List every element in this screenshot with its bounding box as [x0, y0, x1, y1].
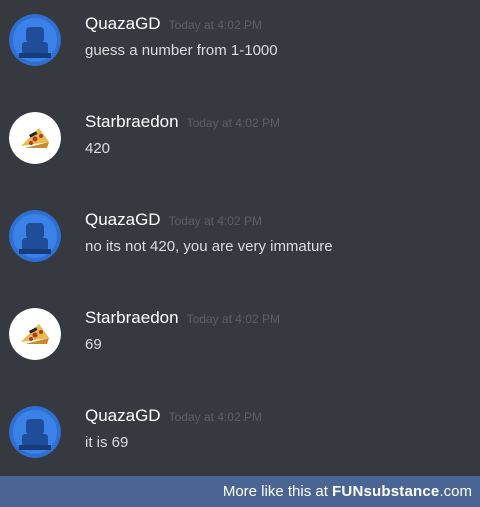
message-text: guess a number from 1-1000: [85, 42, 278, 59]
message-author[interactable]: Starbraedon Today at 4:02 PM: [85, 308, 280, 329]
username[interactable]: Starbraedon: [85, 308, 179, 327]
message-author[interactable]: QuazaGD Today at 4:02 PM: [85, 406, 262, 427]
quaza-avatar-icon[interactable]: [9, 210, 61, 262]
watermark-suffix: .com: [439, 483, 472, 500]
watermark-banner: More like this at FUNsubstance.com: [0, 476, 480, 507]
message-timestamp: Today at 4:02 PM: [168, 18, 262, 32]
message: QuazaGD Today at 4:02 PM no its not 420, …: [0, 210, 480, 270]
message-text: no its not 420, you are very immature: [85, 238, 333, 255]
watermark-prefix: More like this at: [222, 483, 333, 500]
watermark-text[interactable]: More like this at FUNsubstance.com: [223, 482, 472, 501]
starbraedon-avatar-icon[interactable]: [9, 112, 61, 164]
username[interactable]: Starbraedon: [85, 112, 179, 131]
message-timestamp: Today at 4:02 PM: [168, 410, 262, 424]
username[interactable]: QuazaGD: [85, 406, 161, 425]
message-text: 69: [85, 336, 102, 353]
message: QuazaGD Today at 4:02 PM guess a number f…: [0, 14, 480, 74]
message-timestamp: Today at 4:02 PM: [186, 116, 280, 130]
message: Starbraedon Today at 4:02 PM 69: [0, 308, 480, 368]
message: QuazaGD Today at 4:02 PM it is 69: [0, 406, 480, 466]
chat-area: QuazaGD Today at 4:02 PM guess a number f…: [0, 0, 480, 476]
username[interactable]: QuazaGD: [85, 210, 161, 229]
message: Starbraedon Today at 4:02 PM 420: [0, 112, 480, 172]
message-text: it is 69: [85, 434, 129, 451]
message-author[interactable]: QuazaGD Today at 4:02 PM: [85, 14, 262, 35]
message-author[interactable]: QuazaGD Today at 4:02 PM: [85, 210, 262, 231]
message-timestamp: Today at 4:02 PM: [168, 214, 262, 228]
message-timestamp: Today at 4:02 PM: [186, 312, 280, 326]
message-author[interactable]: Starbraedon Today at 4:02 PM: [85, 112, 280, 133]
username[interactable]: QuazaGD: [85, 14, 161, 33]
quaza-avatar-icon[interactable]: [9, 406, 61, 458]
starbraedon-avatar-icon[interactable]: [9, 308, 61, 360]
message-text: 420: [85, 140, 111, 157]
quaza-avatar-icon[interactable]: [9, 14, 61, 66]
watermark-brand: FUNsubstance: [332, 483, 440, 500]
